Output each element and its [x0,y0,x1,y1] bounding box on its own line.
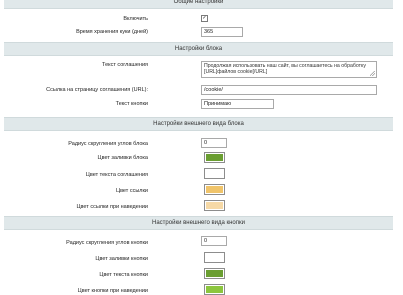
button-hover-color-label: Цвет кнопки при наведении [77,288,148,294]
section-header-button-appearance: Настройки внешнего вида кнопки [4,216,393,230]
block-fill-color-swatch [206,154,223,161]
section-header-block: Настройки блока [4,42,393,56]
button-hover-color-swatch [206,286,223,293]
block-radius-label: Радиус скругления углов блока [68,141,148,147]
button-hover-color-picker[interactable] [204,284,225,295]
block-fill-color-picker[interactable] [204,152,225,163]
check-icon: ✓ [202,15,207,21]
button-text-input[interactable]: Принимаю [201,99,274,109]
agreement-text-value: Продолжая использовать наш сайт, вы согл… [204,63,366,75]
cookie-days-label: Время хранения куки (дней) [76,29,148,35]
agreement-text-color-swatch [206,170,223,177]
settings-panel: Общие настройки Включить ✓ Время хранени… [4,0,393,295]
section-header-general: Общие настройки [4,0,393,9]
section-header-block-appearance: Настройки внешнего вида блока [4,117,393,131]
button-fill-label: Цвет заливки кнопки [95,256,148,262]
enable-label: Включить [123,16,148,22]
link-color-label: Цвет ссылки [116,188,148,194]
enable-checkbox[interactable]: ✓ [201,15,208,22]
resize-handle-icon[interactable] [370,71,375,76]
button-text-color-picker[interactable] [204,268,225,279]
agreement-url-input[interactable]: /cookie/ [201,85,377,95]
link-color-swatch [206,186,223,193]
block-fill-label: Цвет заливки блока [97,155,148,161]
agreement-text-textarea[interactable]: Продолжая использовать наш сайт, вы согл… [201,61,377,78]
agreement-text-label: Текст соглашения [102,62,148,68]
block-radius-input[interactable]: 0 [201,138,227,148]
link-color-picker[interactable] [204,184,225,195]
link-hover-color-label: Цвет ссылки при наведении [76,204,148,210]
button-fill-color-swatch [206,254,223,261]
cookie-days-input[interactable]: 365 [201,27,243,37]
button-text-color-swatch [206,270,223,277]
agreement-text-color-label: Цвет текста соглашения [85,172,148,178]
button-radius-input[interactable]: 0 [201,236,227,246]
link-hover-color-picker[interactable] [204,200,225,211]
button-radius-label: Радиус скругления углов кнопки [66,240,148,246]
button-text-color-label: Цвет текста кнопки [99,272,148,278]
agreement-text-color-picker[interactable] [204,168,225,179]
button-text-label: Текст кнопки [115,101,148,107]
link-hover-color-swatch [206,202,223,209]
agreement-url-label: Ссылка на страницу соглашения (URL): [46,87,148,93]
button-fill-color-picker[interactable] [204,252,225,263]
